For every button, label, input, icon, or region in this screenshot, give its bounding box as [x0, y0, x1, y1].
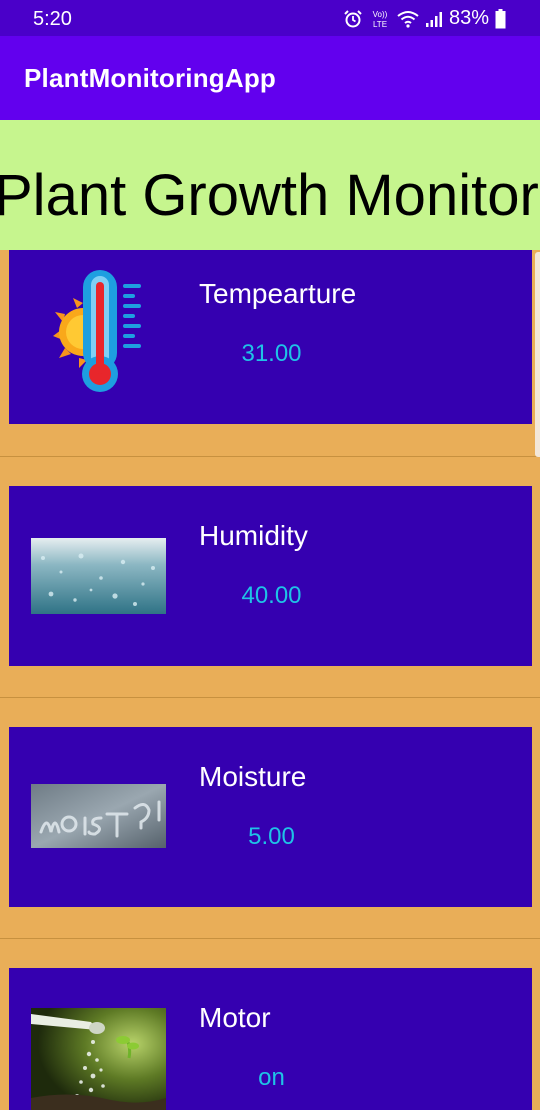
- sensor-label: Moisture: [199, 761, 307, 792]
- sensor-list[interactable]: Tempearture 31.00 Humidity 40.00 Moistur…: [0, 250, 540, 1110]
- watering-can-photo: [31, 1008, 166, 1110]
- sensor-card-temperature[interactable]: Tempearture 31.00: [9, 250, 532, 424]
- divider: [0, 938, 540, 939]
- battery-icon: [495, 8, 506, 28]
- moist-window-photo: [31, 784, 166, 848]
- sensor-card-humidity[interactable]: Humidity 40.00: [9, 486, 532, 666]
- thermometer-sun-icon: [53, 270, 141, 392]
- app-bar: PlantMonitoringApp: [0, 36, 540, 120]
- sensor-label: Humidity: [199, 520, 308, 551]
- sensor-label: Tempearture: [199, 278, 357, 309]
- scrollbar-thumb[interactable]: [535, 252, 540, 457]
- status-bar: 5:20 Vo)) LTE 83%: [0, 0, 540, 36]
- sensor-value: 31.00: [241, 340, 302, 367]
- volte-icon: Vo)) LTE: [373, 10, 388, 29]
- alarm-icon: [344, 9, 362, 27]
- sensor-value: 40.00: [241, 582, 302, 609]
- divider: [0, 697, 540, 698]
- status-time: 5:20: [33, 8, 72, 30]
- header-banner: Plant Growth Monitor: [0, 120, 540, 250]
- wifi-icon: [397, 10, 419, 28]
- sensor-label: Motor: [199, 1002, 271, 1033]
- signal-icon: [425, 11, 442, 27]
- svg-text:Vo)): Vo)): [373, 10, 388, 19]
- app-title: PlantMonitoringApp: [24, 63, 276, 93]
- sensor-card-motor[interactable]: Motor on: [9, 968, 532, 1110]
- sensor-value: on: [258, 1064, 285, 1091]
- water-droplets-photo: [31, 538, 166, 614]
- battery-percent: 83%: [448, 7, 489, 29]
- sensor-card-moisture[interactable]: Moisture 5.00: [9, 727, 532, 907]
- status-icons: Vo)) LTE 83%: [343, 7, 506, 30]
- svg-text:LTE: LTE: [373, 20, 387, 29]
- divider: [0, 456, 540, 457]
- page-title: Plant Growth Monitor: [0, 163, 539, 228]
- sensor-value: 5.00: [248, 823, 295, 850]
